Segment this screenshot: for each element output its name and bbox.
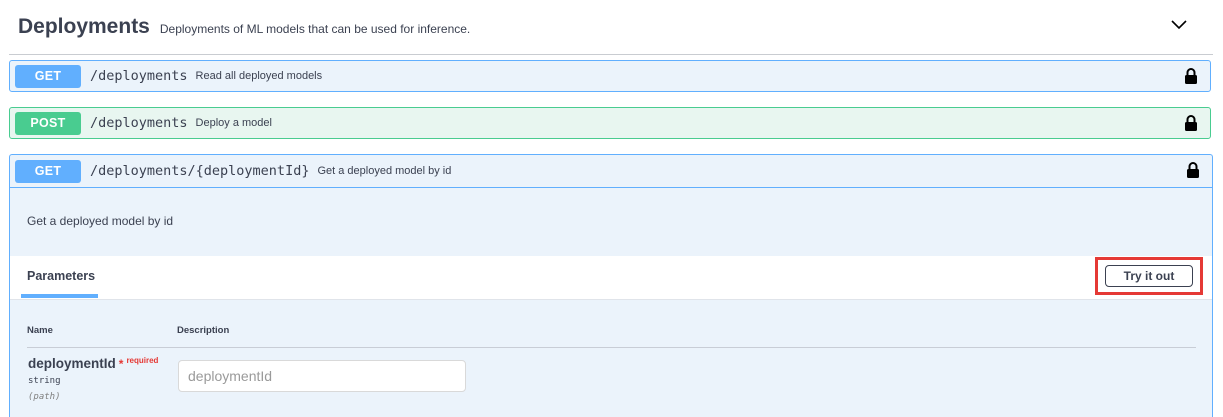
- parameter-name: deploymentId * required: [28, 356, 158, 371]
- operation-summary: Get a deployed model by id: [317, 165, 452, 177]
- try-it-out-button[interactable]: Try it out: [1105, 265, 1193, 287]
- tag-description: Deployments of ML models that can be use…: [159, 22, 471, 36]
- operation-description: Get a deployed model by id: [27, 214, 174, 228]
- column-header-description: Description: [177, 325, 230, 336]
- opblock-summary[interactable]: GET /deployments Read all deployed model…: [10, 61, 1210, 91]
- operation-path: /deployments/{deploymentId}: [90, 163, 310, 179]
- opblock-get-deployment-by-id: GET /deployments/{deploymentId} Get a de…: [9, 154, 1213, 417]
- parameter-name-text: deploymentId: [28, 356, 116, 371]
- method-badge: GET: [15, 159, 81, 183]
- opblock-post-deployments: POST /deployments Deploy a model: [9, 107, 1211, 139]
- required-star: *: [118, 357, 124, 371]
- operation-path: /deployments: [90, 68, 188, 84]
- tag-header[interactable]: Deployments Deployments of ML models tha…: [9, 0, 1213, 55]
- highlight-box: Try it out: [1095, 257, 1203, 295]
- required-label: required: [126, 356, 159, 365]
- parameter-location: (path): [28, 392, 61, 402]
- operation-summary: Deploy a model: [195, 117, 272, 129]
- header-divider: [27, 347, 1196, 348]
- lock-icon[interactable]: [1184, 115, 1198, 131]
- deployment-id-input[interactable]: [178, 360, 466, 392]
- chevron-down-icon[interactable]: [1169, 15, 1189, 35]
- opblock-summary[interactable]: GET /deployments/{deploymentId} Get a de…: [10, 155, 1212, 188]
- parameters-section-header: Parameters Try it out: [10, 256, 1212, 300]
- opblock-summary[interactable]: POST /deployments Deploy a model: [10, 108, 1210, 138]
- tab-parameters[interactable]: Parameters: [27, 269, 95, 283]
- operation-path: /deployments: [90, 115, 188, 131]
- lock-icon[interactable]: [1186, 162, 1200, 178]
- method-badge: GET: [15, 64, 81, 88]
- opblock-get-deployments: GET /deployments Read all deployed model…: [9, 60, 1211, 92]
- method-badge: POST: [15, 111, 81, 135]
- operation-summary: Read all deployed models: [195, 70, 323, 82]
- tab-underline: [21, 294, 98, 298]
- lock-icon[interactable]: [1184, 68, 1198, 84]
- parameter-type: string: [28, 376, 61, 386]
- tag-title: Deployments: [18, 15, 150, 38]
- column-header-name: Name: [27, 325, 53, 336]
